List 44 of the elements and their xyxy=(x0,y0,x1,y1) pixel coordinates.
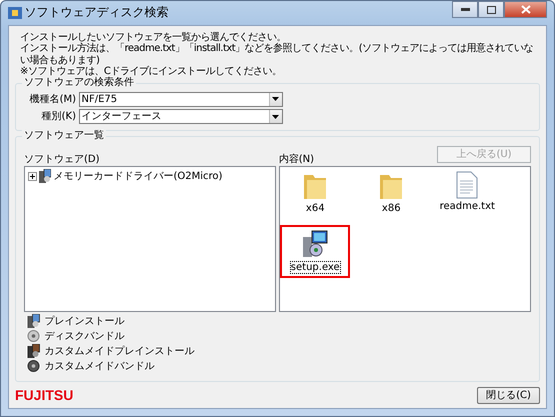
software-tree[interactable]: メモリーカードドライバー(O2Micro) xyxy=(24,166,276,312)
instruction-text: インストール方法は、「readme.txt」「install.txt」などを参照してください。(ソフトウェアによっては用意されていない場合もあります) xyxy=(20,43,534,66)
tree-item[interactable]: メモリーカードドライバー(O2Micro) xyxy=(54,170,222,182)
computer-disc-icon xyxy=(26,314,40,328)
maximize-button[interactable] xyxy=(478,1,504,18)
disc-icon xyxy=(26,360,40,372)
field-label: 種別(K) xyxy=(40,111,76,123)
close-icon xyxy=(520,5,530,14)
group-title: ソフトウェア一覧 xyxy=(22,130,106,142)
installer-icon xyxy=(300,228,330,259)
combo-value: NF/E75 xyxy=(82,94,118,106)
contents-label: 内容(N) xyxy=(278,154,314,166)
dropdown-arrow-icon[interactable] xyxy=(272,114,279,119)
tree-label: ソフトウェア(D) xyxy=(24,154,100,166)
file-item[interactable]: readme.txt xyxy=(434,169,500,217)
text-file-icon xyxy=(456,171,478,200)
file-item[interactable]: x64 xyxy=(282,169,348,217)
maximize-icon xyxy=(486,6,496,14)
instruction-text: インストールしたいソフトウェアを一覧から選んでください。 xyxy=(20,32,287,43)
legend-label: カスタムメイドバンドル xyxy=(44,360,154,372)
app-icon xyxy=(8,6,22,20)
logo: FUJITSU xyxy=(15,387,74,404)
computer-disc-icon xyxy=(26,344,40,358)
close-button[interactable] xyxy=(504,1,547,18)
window-title: ソフトウェアディスク検索 xyxy=(24,6,168,20)
legend-label: プレインストール xyxy=(44,316,124,328)
disc-icon xyxy=(26,330,40,342)
expand-toggle[interactable] xyxy=(28,172,36,181)
minimize-icon xyxy=(460,8,470,12)
legend-label: ディスクバンドル xyxy=(44,330,124,342)
combo-box[interactable]: インターフェース xyxy=(78,109,282,124)
legend-label: カスタムメイドプレインストール xyxy=(44,346,194,358)
minimize-button[interactable] xyxy=(452,1,478,18)
combo-value: インターフェース xyxy=(82,111,162,123)
dropdown-arrow-icon[interactable] xyxy=(272,97,279,102)
file-item[interactable]: x86 xyxy=(358,169,424,217)
combo-box[interactable]: NF/E75 xyxy=(78,92,282,107)
close-button[interactable]: 閉じる(C) xyxy=(477,387,540,404)
software-icon xyxy=(39,169,51,184)
group-title: ソフトウェアの検索条件 xyxy=(22,76,136,88)
instruction-text: ※ソフトウェアは、Cドライブにインストールしてください。 xyxy=(20,66,282,78)
file-item[interactable]: setup.exe xyxy=(282,226,348,276)
field-label: 機種名(M) xyxy=(28,94,76,106)
contents-list[interactable]: x64 x86 readme.txt setup.exe xyxy=(278,166,531,312)
